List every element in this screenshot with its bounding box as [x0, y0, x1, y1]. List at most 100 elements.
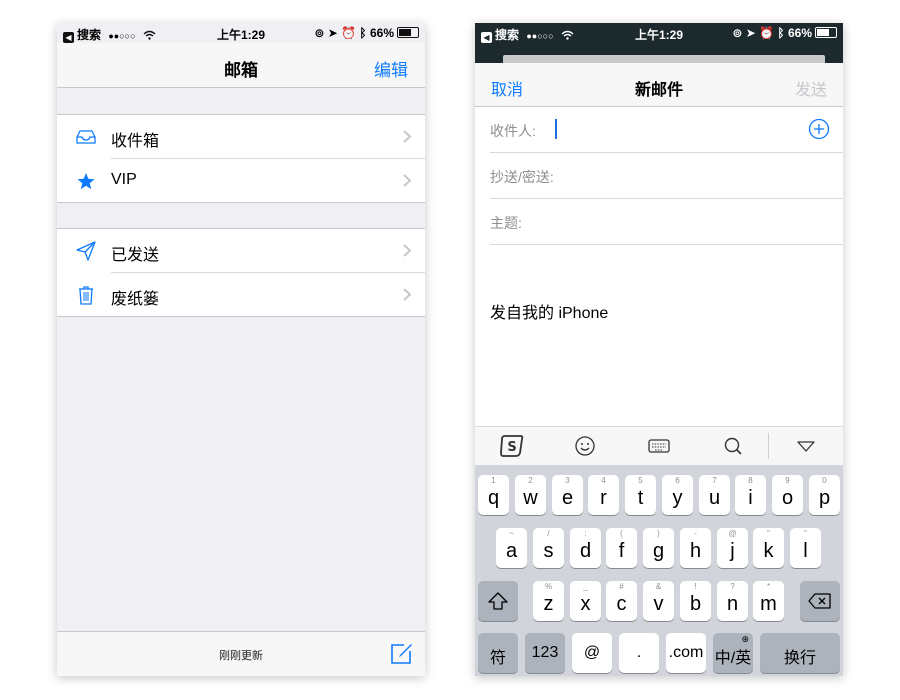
dotcom-key[interactable]: .com: [666, 633, 706, 673]
mailbox-row-sent[interactable]: 已发送: [57, 229, 425, 272]
mailbox-row-vip[interactable]: VIP: [77, 158, 425, 202]
key-x[interactable]: _ x: [570, 581, 601, 621]
battery-icon: [397, 27, 419, 38]
mailbox-row-inbox[interactable]: 收件箱: [57, 115, 425, 158]
key-i[interactable]: 8i: [735, 475, 766, 515]
status-bar: ◀ 搜索 ●●○○○ 上午1:29 ⊚ ➤ ⏰ ᛒ 66%: [57, 23, 425, 43]
key-e[interactable]: 3e: [552, 475, 583, 515]
location-icon: ➤: [745, 26, 756, 40]
keyboard-toolbar: S: [475, 426, 843, 466]
key-f[interactable]: (f: [606, 528, 637, 568]
bottom-toolbar: 刚刚更新: [57, 631, 425, 676]
compose-sheet: 取消 新邮件 发送 收件人: 抄送/密送: 主题: 发自我的 iPhone: [475, 63, 843, 426]
shift-icon: [488, 592, 508, 610]
battery-level: [817, 29, 829, 36]
key-d[interactable]: :d: [570, 528, 601, 568]
update-status: 刚刚更新: [219, 650, 263, 662]
keyboard-icon[interactable]: [646, 434, 672, 458]
key-o[interactable]: 9o: [772, 475, 803, 515]
edit-button[interactable]: 编辑: [374, 56, 408, 81]
key-p[interactable]: 0p: [809, 475, 840, 515]
key-b[interactable]: ! b: [680, 581, 711, 621]
battery-icon: [815, 27, 837, 38]
to-field[interactable]: 收件人:: [490, 107, 843, 153]
subject-field[interactable]: 主题:: [490, 199, 843, 245]
underlying-sheet-edge: [503, 55, 825, 63]
bluetooth-icon: ᛒ: [359, 26, 367, 40]
key-y[interactable]: 6y: [662, 475, 693, 515]
hide-keyboard-icon[interactable]: [793, 434, 819, 458]
key-n[interactable]: ? n: [717, 581, 748, 621]
mailbox-label: 已发送: [111, 247, 160, 264]
key-w[interactable]: 2w: [515, 475, 546, 515]
mailbox-group-secondary: 已发送 废纸篓: [57, 228, 425, 317]
battery-percent: 66%: [369, 26, 394, 40]
mailbox-label: 收件箱: [111, 133, 160, 150]
to-label: 收件人:: [490, 123, 536, 139]
alarm-icon: ⏰: [341, 26, 357, 40]
compose-icon[interactable]: [389, 642, 413, 666]
key-q[interactable]: 1q: [478, 475, 509, 515]
key-t[interactable]: 5t: [625, 475, 656, 515]
inbox-icon: [76, 130, 96, 144]
subject-label: 主题:: [490, 215, 522, 231]
new-mail-screen: ◀ 搜索 ●●○○○ 上午1:29 ⊚ ➤ ⏰ ᛒ 66% 取消 新邮件 发送 收…: [475, 23, 843, 676]
key-s[interactable]: / s: [533, 528, 564, 568]
location-icon: ➤: [327, 26, 338, 40]
bluetooth-icon: ᛒ: [777, 26, 785, 40]
dimmed-background: ◀ 搜索 ●●○○○ 上午1:29 ⊚ ➤ ⏰ ᛒ 66%: [475, 23, 843, 63]
sent-icon: [76, 241, 96, 261]
search-icon[interactable]: [720, 434, 746, 458]
key-g[interactable]: ) g: [643, 528, 674, 568]
battery-level: [399, 29, 411, 36]
dot-key[interactable]: .: [619, 633, 659, 673]
mailbox-row-trash[interactable]: 废纸篓: [79, 272, 425, 316]
toolbar-divider: [768, 433, 769, 459]
key-k[interactable]: " k: [753, 528, 784, 568]
key-c[interactable]: # c: [606, 581, 637, 621]
sogou-logo-icon[interactable]: S: [499, 434, 525, 458]
shift-key[interactable]: [478, 581, 518, 621]
mailbox-label: VIP: [111, 171, 137, 188]
symbols-key[interactable]: 符: [478, 633, 518, 673]
key-j[interactable]: @ j: [717, 528, 748, 568]
key-r[interactable]: 4r: [588, 475, 619, 515]
text-cursor: [555, 119, 557, 139]
add-contact-icon[interactable]: [808, 118, 830, 140]
key-h[interactable]: -h: [680, 528, 711, 568]
key-m[interactable]: * m: [753, 581, 784, 621]
key-u[interactable]: 7u: [699, 475, 730, 515]
page-title: 邮箱: [224, 61, 258, 80]
mailbox-group-primary: 收件箱 VIP: [57, 114, 425, 203]
numbers-key[interactable]: 123: [525, 633, 565, 673]
trash-icon: [79, 286, 93, 305]
emoji-icon[interactable]: [572, 434, 598, 458]
language-switch-key[interactable]: ⊕ 中/英: [713, 633, 753, 673]
chevron-right-icon: [403, 288, 411, 301]
status-bar: ◀ 搜索 ●●○○○ 上午1:29 ⊚ ➤ ⏰ ᛒ 66%: [475, 23, 843, 43]
star-icon: [77, 173, 95, 190]
chevron-right-icon: [403, 174, 411, 187]
at-key[interactable]: @: [572, 633, 612, 673]
navigation-bar: 邮箱 编辑: [57, 43, 425, 88]
backspace-key[interactable]: [800, 581, 840, 621]
key-l[interactable]: " l: [790, 528, 821, 568]
mailboxes-screen: ◀ 搜索 ●●○○○ 上午1:29 ⊚ ➤ ⏰ ᛒ 66% 邮箱 编辑 收件箱 V…: [57, 23, 425, 676]
mail-body[interactable]: 发自我的 iPhone: [490, 299, 608, 323]
send-button[interactable]: 发送: [795, 76, 827, 100]
key-z[interactable]: % z: [533, 581, 564, 621]
chevron-right-icon: [403, 244, 411, 257]
keyboard: 1q 2w 3e 4r 5t 6y 7u 8i 9o 0p ~ a / s :d (…: [475, 465, 843, 676]
battery-percent: 66%: [787, 26, 812, 40]
key-a[interactable]: ~ a: [496, 528, 527, 568]
return-key[interactable]: 换行: [760, 633, 840, 673]
key-v[interactable]: & v: [643, 581, 674, 621]
chevron-right-icon: [403, 130, 411, 143]
orientation-lock-icon: ⊚: [314, 26, 325, 40]
alarm-icon: ⏰: [759, 26, 775, 40]
cc-bcc-field[interactable]: 抄送/密送:: [490, 153, 843, 199]
mailbox-label: 废纸篓: [111, 291, 160, 308]
cc-bcc-label: 抄送/密送:: [490, 169, 554, 185]
svg-text:S: S: [507, 440, 516, 455]
orientation-lock-icon: ⊚: [732, 26, 743, 40]
